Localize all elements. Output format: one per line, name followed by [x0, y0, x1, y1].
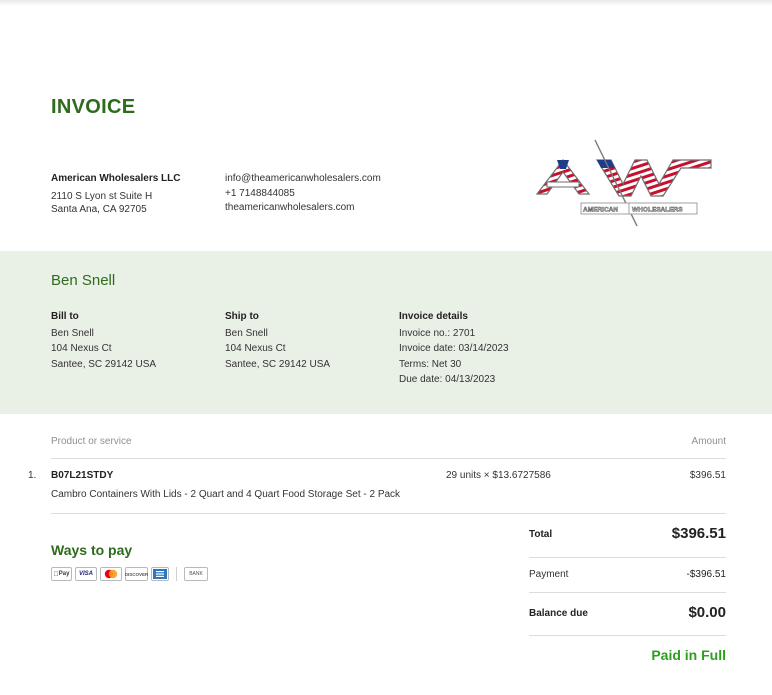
payment-label: Payment	[529, 569, 569, 580]
total-label: Total	[529, 529, 553, 540]
company-website[interactable]: theamericanwholesalers.com	[225, 201, 381, 216]
company-name: American Wholesalers LLC	[51, 173, 181, 184]
bill-to-block: Bill to Ben Snell 104 Nexus Ct Santee, S…	[51, 309, 156, 372]
logo-letter-a	[535, 159, 591, 195]
company-phone[interactable]: +1 7148844085	[225, 187, 381, 202]
bill-to-name: Ben Snell	[51, 327, 94, 339]
row-sku: B07L21STDY	[51, 470, 114, 481]
ship-to-block: Ship to Ben Snell 104 Nexus Ct Santee, S…	[225, 309, 330, 372]
summary-divider-2	[529, 592, 726, 593]
table-header-divider	[51, 458, 726, 459]
row-description: Cambro Containers With Lids - 2 Quart an…	[51, 489, 401, 500]
customer-name: Ben Snell	[51, 272, 116, 289]
amex-icon	[151, 567, 169, 581]
invoice-details-block: Invoice details Invoice no.: 2701 Invoic…	[399, 309, 509, 388]
ways-to-pay-title: Ways to pay	[51, 542, 133, 558]
visa-icon: VISA	[75, 567, 97, 581]
row-number: 1.	[28, 470, 37, 481]
balance-due-value: $0.00	[688, 604, 726, 621]
row-amount: $396.51	[689, 470, 726, 481]
paid-status: Paid in Full	[651, 647, 726, 663]
company-contact: info@theamericanwholesalers.com +1 71488…	[225, 172, 381, 216]
table-row-divider	[51, 513, 726, 514]
summary-divider-1	[529, 557, 726, 558]
mastercard-icon	[100, 567, 122, 581]
bill-to-line1: 104 Nexus Ct	[51, 343, 112, 354]
bill-to-line2: Santee, SC 29142 USA	[51, 358, 157, 370]
top-shadow	[0, 0, 772, 6]
company-address: 2110 S Lyon st Suite H Santa Ana, CA 927…	[51, 190, 152, 216]
invoice-details-heading: Invoice details	[399, 311, 468, 322]
bill-to-heading: Bill to	[51, 311, 79, 322]
total-value: $396.51	[671, 525, 726, 542]
bank-icon: BANK	[184, 567, 208, 581]
balance-due-label: Balance due	[529, 608, 588, 619]
payment-value: -$396.51	[686, 569, 726, 580]
column-header-product: Product or service	[51, 436, 132, 447]
company-address-line2: Santa Ana, CA 92705	[51, 204, 147, 215]
invoice-number: Invoice no.: 2701	[399, 327, 476, 339]
apple-pay-icon: Pay	[51, 567, 72, 581]
payment-method-icons: Pay VISA DISCOVER BANK	[51, 567, 208, 581]
row-quantity: 29 units × $13.6727586	[446, 470, 551, 481]
column-header-amount: Amount	[691, 436, 726, 447]
payment-icons-separator	[176, 567, 177, 581]
company-address-line1: 2110 S Lyon st Suite H	[51, 191, 153, 202]
ship-to-heading: Ship to	[225, 311, 259, 322]
invoice-terms: Terms: Net 30	[399, 358, 462, 370]
summary-divider-3	[529, 635, 726, 636]
invoice-date: Invoice date: 03/14/2023	[399, 343, 509, 354]
discover-icon: DISCOVER	[125, 567, 148, 581]
ship-to-line2: Santee, SC 29142 USA	[225, 358, 331, 370]
invoice-title: INVOICE	[51, 96, 136, 118]
invoice-due-date: Due date: 04/13/2023	[399, 374, 496, 385]
logo-caption-left: AMERICAN	[583, 207, 618, 214]
company-logo: AMERICAN WHOLESALERS	[535, 139, 712, 227]
logo-caption-right: WHOLESALERS	[632, 207, 683, 214]
ship-to-line1: 104 Nexus Ct	[225, 343, 286, 354]
company-email[interactable]: info@theamericanwholesalers.com	[225, 172, 381, 187]
ship-to-name: Ben Snell	[225, 327, 268, 339]
